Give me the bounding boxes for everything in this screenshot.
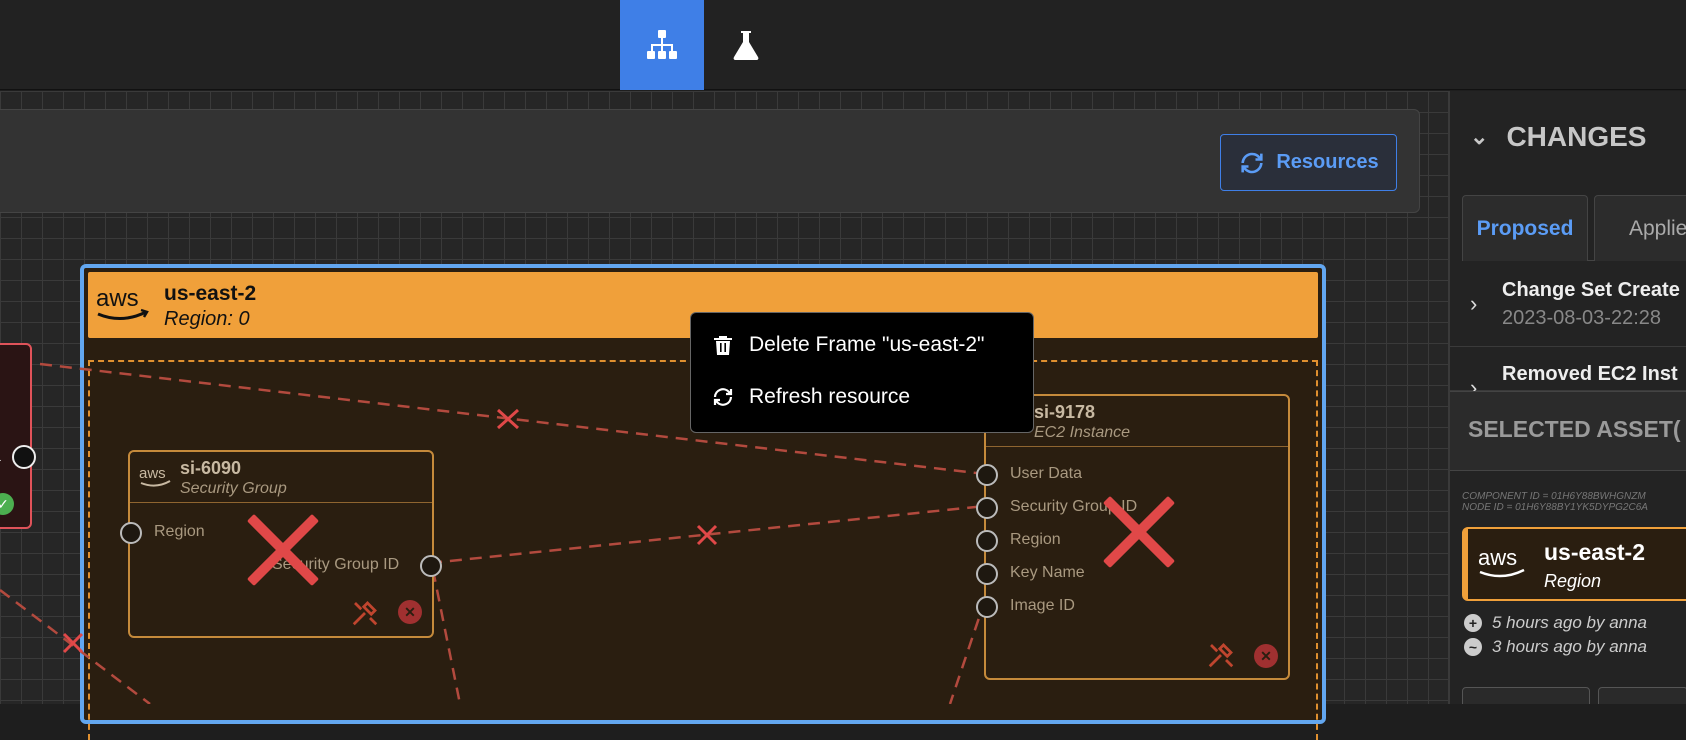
- trash-icon: [714, 336, 732, 355]
- plus-icon: +: [1464, 614, 1482, 632]
- socket-label: Region: [1010, 531, 1061, 548]
- component-id: COMPONENT ID = 01H6Y88BWHGNZM: [1462, 491, 1646, 502]
- tools-icon[interactable]: [1206, 640, 1236, 670]
- tab-proposed[interactable]: Proposed: [1462, 195, 1588, 261]
- divider: [986, 446, 1288, 447]
- right-panel: ⌄ CHANGES Proposed Applied › Change Set …: [1448, 91, 1686, 704]
- history-modified: ~ 3 hours ago by anna: [1464, 637, 1647, 657]
- remove-icon[interactable]: ✕: [1254, 644, 1278, 668]
- aws-logo-icon: aws: [139, 465, 171, 487]
- changes-title: CHANGES: [1506, 121, 1647, 152]
- menu-item-label: Delete Frame "us-east-2": [749, 333, 985, 356]
- asset-kind: Region: [1544, 571, 1602, 591]
- selected-asset-card[interactable]: aws us-east-2 Region: [1462, 527, 1686, 601]
- selected-asset-header: SELECTED ASSET(: [1450, 391, 1686, 471]
- changes-header[interactable]: ⌄ CHANGES: [1470, 121, 1646, 153]
- node-ec2-instance[interactable]: si-9178 EC2 Instance User Data Security …: [976, 394, 1290, 680]
- menu-item-label: Refresh resource: [749, 385, 911, 408]
- refresh-icon: [713, 388, 733, 406]
- remove-icon[interactable]: ✕: [398, 600, 422, 624]
- node-title: si-6090: [180, 458, 242, 478]
- asset-name: us-east-2: [1544, 539, 1645, 565]
- asset-ids: COMPONENT ID = 01H6Y88BWHGNZM NODE ID = …: [1462, 491, 1648, 513]
- socket-label: Key Name: [1010, 564, 1085, 581]
- history-text: 5 hours ago by anna: [1492, 613, 1648, 632]
- panel-button[interactable]: [1462, 687, 1590, 704]
- history-created: + 5 hours ago by anna: [1464, 613, 1647, 633]
- socket-security-group-id[interactable]: [420, 555, 442, 577]
- node-title: si-9178: [1034, 402, 1096, 422]
- socket-region[interactable]: [120, 522, 142, 544]
- node-security-group[interactable]: aws si-6090 Security Group Region Securi…: [120, 450, 442, 638]
- panel-button[interactable]: [1598, 687, 1686, 704]
- node-id: NODE ID = 01H6Y88BY1YK5DYPG2C6A: [1462, 502, 1648, 513]
- socket-image-id[interactable]: [976, 596, 998, 618]
- context-menu: Delete Frame "us-east-2" Refresh resourc…: [690, 312, 1034, 433]
- svg-text:aws: aws: [139, 465, 166, 482]
- aws-logo-icon: aws: [1478, 545, 1525, 578]
- socket-security-group-id[interactable]: [976, 497, 998, 519]
- tab-applied[interactable]: Applied: [1594, 195, 1686, 261]
- change-item[interactable]: › Change Set Create 2023-08-03-22:28: [1450, 261, 1686, 347]
- socket-label: User Data: [1010, 465, 1083, 482]
- divider: [130, 502, 432, 503]
- menu-item-refresh[interactable]: Refresh resource: [711, 385, 910, 409]
- selected-asset-title: SELECTED ASSET(: [1468, 416, 1681, 442]
- svg-text:aws: aws: [1478, 545, 1517, 570]
- change-subtitle: 2023-08-03-22:28: [1502, 307, 1662, 329]
- history-text: 3 hours ago by anna: [1492, 637, 1648, 656]
- socket-label: Image ID: [1010, 597, 1075, 614]
- socket-user-data[interactable]: [976, 464, 998, 486]
- changes-tabs: Proposed Applied: [1462, 195, 1686, 261]
- socket-region[interactable]: [976, 530, 998, 552]
- node-subtitle: EC2 Instance: [1034, 424, 1131, 441]
- tools-icon[interactable]: [350, 598, 380, 628]
- change-title: Removed EC2 Inst: [1502, 363, 1678, 385]
- tilde-icon: ~: [1464, 638, 1482, 656]
- node-subtitle: Security Group: [180, 480, 287, 497]
- menu-item-delete-frame[interactable]: Delete Frame "us-east-2": [711, 333, 985, 357]
- deleted-marker-icon: [242, 510, 322, 590]
- change-item[interactable]: › Removed EC2 Inst: [1450, 347, 1686, 400]
- chevron-right-icon: ›: [1470, 291, 1478, 316]
- deleted-marker-icon: [1098, 492, 1178, 572]
- chevron-down-icon: ⌄: [1470, 124, 1489, 149]
- socket-label: Region: [154, 523, 205, 540]
- socket-key-name[interactable]: [976, 563, 998, 585]
- change-title: Change Set Create: [1502, 279, 1680, 301]
